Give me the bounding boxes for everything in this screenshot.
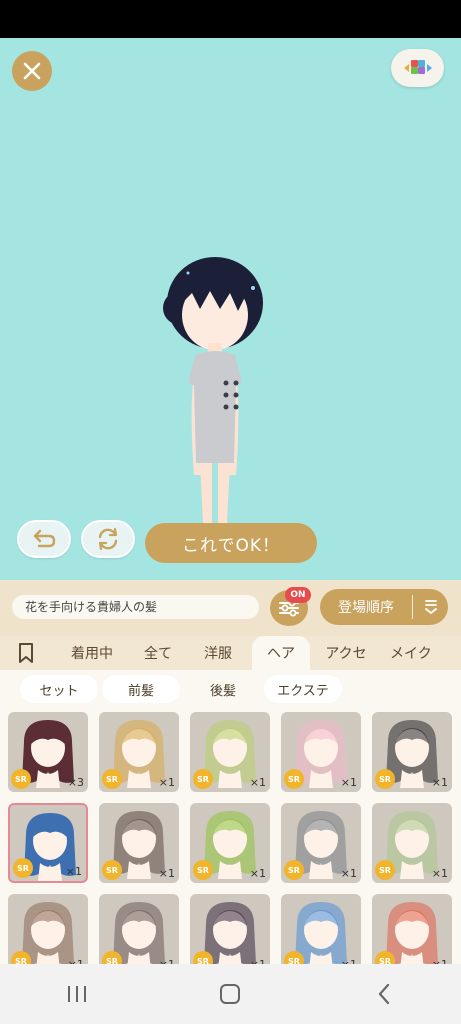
status-bar	[0, 0, 461, 38]
rarity-badge: SR	[375, 860, 395, 880]
item-card[interactable]: SR ×1	[281, 803, 361, 883]
rarity-badge: SR	[284, 951, 304, 964]
sort-direction-toggle[interactable]	[413, 599, 448, 615]
item-count: ×3	[67, 776, 84, 789]
item-card[interactable]: SR ×1	[281, 712, 361, 792]
refresh-icon	[98, 527, 118, 551]
item-count: ×1	[431, 776, 448, 789]
tab-accessories[interactable]: アクセ	[310, 636, 382, 670]
item-count: ×1	[65, 865, 82, 878]
item-count: ×1	[340, 776, 357, 789]
item-card[interactable]: SR ×1	[190, 803, 270, 883]
item-grid: SR ×3 SR ×1 SR ×1 SR ×1 SR ×1 SR ×1 SR ×1 SR ×1 SR ×1 SR ×1…	[0, 706, 461, 964]
sort-order-button[interactable]: 登場順序	[320, 589, 448, 625]
back-icon	[379, 983, 390, 1005]
item-name-field: 花を手向ける貴婦人の髪	[12, 595, 259, 619]
sort-label: 登場順序	[338, 600, 394, 616]
sort-desc-icon	[424, 600, 437, 614]
item-card[interactable]: SR ×1	[372, 803, 452, 883]
rarity-badge: SR	[102, 951, 122, 964]
subtab-extensions[interactable]: エクステ	[264, 675, 342, 703]
item-card[interactable]: SR×1	[190, 894, 270, 964]
rarity-badge: SR	[13, 858, 33, 878]
item-card[interactable]: SR ×1	[99, 712, 179, 792]
bookmark-icon	[19, 643, 33, 663]
home-icon	[220, 984, 241, 1004]
filter-on-badge: ON	[285, 587, 311, 603]
subtab-set[interactable]: セット	[20, 675, 98, 703]
item-card[interactable]: SR×1	[8, 894, 88, 964]
rarity-badge: SR	[193, 951, 213, 964]
rarity-badge: SR	[193, 860, 213, 880]
background-switch-button[interactable]	[391, 49, 444, 87]
avatar-figure	[163, 257, 263, 533]
item-card[interactable]: SR×1	[281, 894, 361, 964]
system-nav-bar	[0, 964, 461, 1024]
item-card[interactable]: SR×1	[99, 894, 179, 964]
home-button[interactable]	[210, 974, 250, 1014]
reset-button[interactable]	[81, 520, 135, 558]
wardrobe-panel: 花を手向ける貴婦人の髪 ON 登場順序 着用中 全て 洋服 ヘア アクセ メイク	[0, 580, 461, 964]
dressup-stage: これでOK！	[0, 38, 461, 580]
subtab-back-hair[interactable]: 後髪	[184, 675, 262, 703]
item-card[interactable]: SR ×1	[8, 803, 88, 883]
item-card[interactable]: SR ×1	[372, 712, 452, 792]
back-button[interactable]	[364, 974, 404, 1014]
confirm-button[interactable]: これでOK！	[145, 523, 317, 563]
tab-all[interactable]: 全て	[132, 636, 184, 670]
undo-button[interactable]	[17, 520, 71, 558]
recent-apps-button[interactable]	[57, 974, 97, 1014]
item-card[interactable]: SR ×1	[190, 712, 270, 792]
item-count: ×1	[431, 867, 448, 880]
category-tabs: 着用中 全て 洋服 ヘア アクセ メイク	[0, 636, 461, 670]
undo-icon	[33, 529, 56, 548]
close-button[interactable]	[12, 51, 52, 91]
rarity-badge: SR	[11, 769, 31, 789]
item-card[interactable]: SR×1	[372, 894, 452, 964]
rarity-badge: SR	[193, 769, 213, 789]
item-count: ×1	[158, 867, 175, 880]
item-count: ×1	[340, 867, 357, 880]
recent-apps-icon	[67, 986, 86, 1002]
rarity-badge: SR	[102, 769, 122, 789]
item-card[interactable]: SR ×3	[8, 712, 88, 792]
rarity-badge: SR	[102, 860, 122, 880]
tab-bookmark[interactable]	[0, 636, 52, 670]
rarity-badge: SR	[375, 769, 395, 789]
rarity-badge: SR	[284, 860, 304, 880]
tab-hair[interactable]: ヘア	[252, 636, 310, 670]
close-icon	[23, 62, 41, 80]
item-count: ×1	[249, 776, 266, 789]
tab-clothes[interactable]: 洋服	[184, 636, 252, 670]
subtab-bangs[interactable]: 前髪	[102, 675, 180, 703]
tab-makeup[interactable]: メイク	[382, 636, 461, 670]
palette-icon	[403, 60, 432, 74]
rarity-badge: SR	[375, 951, 395, 964]
rarity-badge: SR	[284, 769, 304, 789]
tab-wearing[interactable]: 着用中	[52, 636, 132, 670]
item-count: ×1	[249, 867, 266, 880]
rarity-badge: SR	[11, 951, 31, 964]
hair-subtabs: セット 前髪 後髪 エクステ	[0, 670, 461, 706]
item-count: ×1	[158, 776, 175, 789]
sort-divider	[412, 595, 413, 619]
item-card[interactable]: SR ×1	[99, 803, 179, 883]
